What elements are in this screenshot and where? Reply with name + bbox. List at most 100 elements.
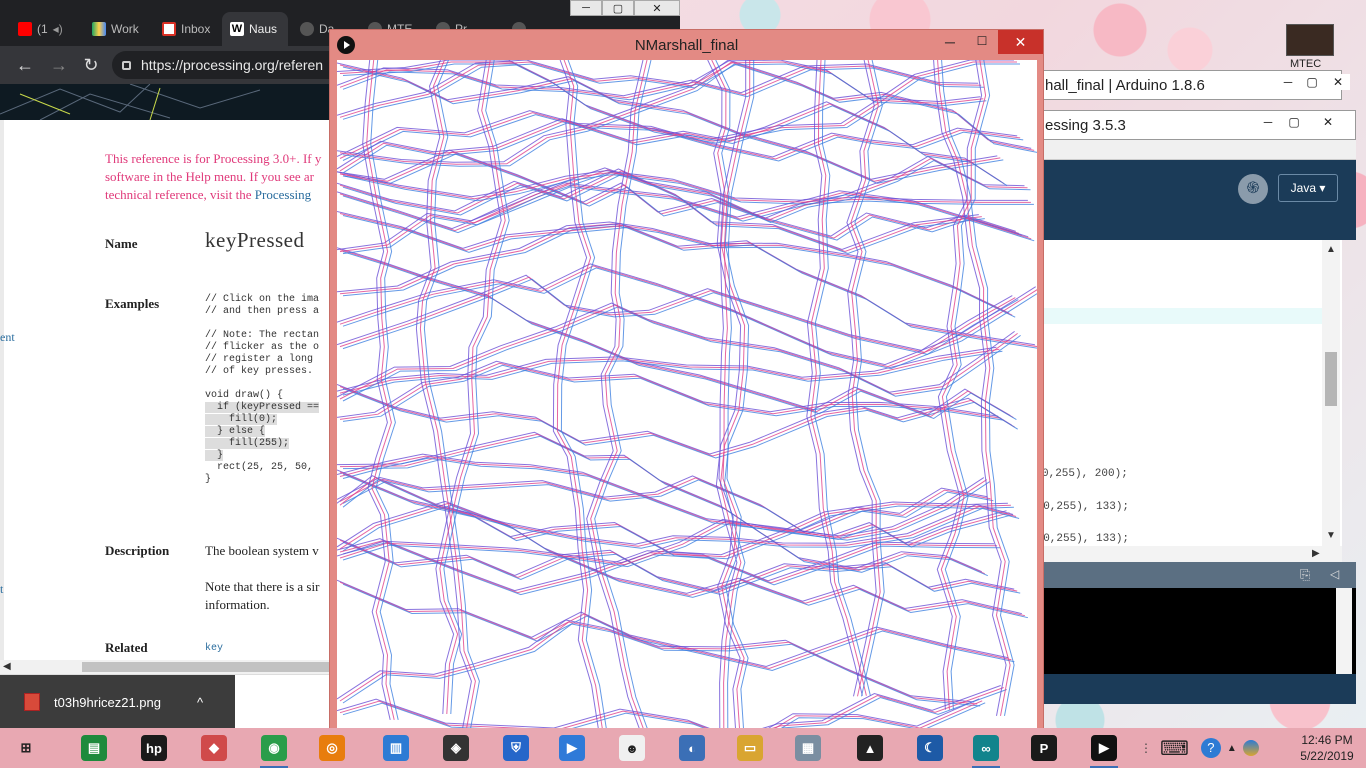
close-button[interactable]: ✕ (1316, 114, 1340, 130)
processing-link[interactable]: Processing (255, 187, 311, 202)
arduino-title-text: hall_final | Arduino 1.8.6 (1045, 77, 1205, 94)
tab-gmail[interactable]: Inbox (154, 12, 220, 46)
taskbar-store-button[interactable]: ▤ (76, 732, 112, 764)
system-tray: ⋮ ⌨ ? ▲ (1140, 728, 1259, 768)
maximize-button[interactable]: ☐ (970, 34, 994, 54)
close-button[interactable]: ✕ (634, 0, 680, 16)
related-link[interactable]: key (205, 643, 223, 655)
hp-icon: hp (141, 735, 167, 761)
scroll-right-icon[interactable]: ▶ (1312, 548, 1320, 559)
chevron-up-icon[interactable]: ▲ (1227, 743, 1237, 754)
weather-icon: ◐ (679, 735, 705, 761)
console-tabs-bar (1042, 674, 1356, 704)
desktop-shortcut-thumbnail[interactable] (1286, 24, 1334, 56)
taskbar-windows-start-button[interactable]: ⊞ (8, 732, 44, 764)
taskbar-games-button[interactable]: ◆ (196, 732, 232, 764)
sketch-window: NMarshall_final ─ ☐ ✕ (329, 29, 1044, 742)
mode-selector[interactable]: Java ▾ (1278, 174, 1338, 202)
taskbar-defender-button[interactable]: ⛨ (498, 732, 534, 764)
store-icon: ▤ (81, 735, 107, 761)
drawing-stroke (850, 60, 881, 697)
editor-vertical-scrollbar[interactable]: ▲ ▼ (1322, 240, 1340, 546)
scroll-thumb[interactable] (82, 662, 332, 672)
speaker-icon: ◂) (52, 22, 63, 36)
version-notice: This reference is for Processing 3.0+. I… (105, 150, 335, 204)
debugger-icon[interactable]: ֍ (1238, 174, 1268, 204)
tab-drive[interactable]: Work (84, 12, 150, 46)
minimize-button[interactable]: ─ (570, 0, 602, 16)
close-button[interactable]: ✕ (998, 30, 1043, 54)
console-output (1042, 588, 1356, 674)
taskbar-explorer-button[interactable]: ▭ (732, 732, 768, 764)
description-label: Description (105, 543, 170, 558)
taskbar-processing-button[interactable]: P (1026, 732, 1062, 764)
minimize-button[interactable]: ─ (1256, 114, 1280, 130)
taskbar-shark-button[interactable]: ▲ (852, 732, 888, 764)
collapse-icon[interactable]: ◁ (1330, 567, 1339, 581)
side-link[interactable]: t (0, 582, 3, 597)
taskbar-arduino-button[interactable]: ∞ (968, 732, 1004, 768)
drawing-stroke (552, 60, 600, 732)
editor-status-bar: ⎘ ◁ (1042, 562, 1356, 588)
drawing-stroke (339, 455, 1010, 546)
tab-label: (1 (37, 22, 48, 36)
reload-button[interactable]: ↻ (80, 54, 102, 76)
code-line-highlighted: } (205, 450, 224, 461)
back-button[interactable]: ← (14, 54, 36, 76)
editor-horizontal-scrollbar[interactable]: ▶ (1042, 546, 1342, 562)
taskbar-unity-button[interactable]: ◈ (438, 732, 474, 764)
tab-wikipedia[interactable]: W Naus (222, 12, 288, 46)
maximize-button[interactable]: ▢ (602, 0, 634, 16)
taskbar-hp-button[interactable]: hp (136, 732, 172, 764)
minimize-button[interactable]: ─ (1276, 74, 1300, 90)
taskbar-weather-button[interactable]: ◐ (674, 732, 710, 764)
current-line-highlight (1042, 308, 1322, 324)
taskbar-chrome-button[interactable]: ◉ (256, 732, 292, 768)
code-line: n(0,255), 133); (1030, 533, 1130, 545)
side-link[interactable]: ent (0, 330, 15, 345)
taskbar-blender-button[interactable]: ◎ (314, 732, 350, 764)
touch-keyboard-icon[interactable]: ⌨ (1160, 736, 1189, 761)
drawing-stroke (337, 221, 1010, 314)
left-rail (0, 120, 4, 660)
taskbar-vlc-button[interactable]: ▶ (554, 732, 590, 764)
minimize-button[interactable]: ─ (938, 34, 962, 54)
maximize-button[interactable]: ▢ (1300, 74, 1324, 90)
taskbar-inkscape-button[interactable]: ☻ (614, 732, 650, 764)
drawing-stroke (337, 101, 1002, 183)
help-icon[interactable]: ? (1200, 738, 1221, 758)
drawing-stroke (339, 112, 1021, 160)
drawing-stroke (339, 581, 1012, 670)
console-toggle-icon[interactable]: ⎘ (1300, 567, 1310, 583)
scroll-thumb[interactable] (1325, 352, 1337, 406)
code-editor[interactable]: 0,255), 200); n(0,255), 133); n(0,255), … (1030, 240, 1342, 562)
download-item[interactable]: t03h9hricez21.png ^ (0, 675, 235, 729)
processing-window-title[interactable]: essing 3.5.3 (1042, 110, 1356, 140)
scroll-up-icon[interactable]: ▲ (1326, 244, 1336, 255)
taskbar-sketch-run-button[interactable]: ▶ (1086, 732, 1122, 768)
generative-drawing (337, 60, 1037, 742)
sketch-run-icon: ▶ (1091, 735, 1117, 761)
forward-button[interactable]: → (48, 54, 70, 76)
taskbar-monitor-button[interactable]: ▦ (790, 732, 826, 764)
maximize-button[interactable]: ▢ (1282, 114, 1306, 130)
sketch-titlebar[interactable]: NMarshall_final ─ ☐ ✕ (330, 30, 1043, 60)
weather-tray-icon[interactable] (1242, 740, 1259, 756)
sketch-canvas[interactable] (337, 60, 1037, 742)
tab-youtube[interactable]: (1 ◂) (10, 12, 76, 46)
taskbar: ⊞ ▤ hp ◆ ◉ ◎ ▥ ◈ ⛨ ▶ ☻ ◐ ▭ ▦ ▲ ☾ ∞ P ▶ ⋮ ⌨ ? ▲ 12:46 PM 5/… (0, 728, 1366, 768)
scroll-down-icon[interactable]: ▼ (1326, 530, 1336, 541)
clock[interactable]: 12:46 PM 5/22/2019 (1292, 732, 1362, 764)
drawing-stroke (342, 278, 1019, 355)
processing-icon: P (1031, 735, 1057, 761)
taskbar-moon-button[interactable]: ☾ (912, 732, 948, 764)
drawing-stroke (337, 453, 1007, 544)
close-button[interactable]: ✕ (1326, 74, 1350, 90)
console-scrollbar[interactable] (1336, 588, 1352, 674)
chevron-up-icon[interactable]: ^ (197, 695, 203, 710)
moon-icon: ☾ (917, 735, 943, 761)
taskbar-stats-button[interactable]: ▥ (378, 732, 414, 764)
drive-icon (92, 22, 106, 36)
drawing-stroke (342, 215, 1037, 349)
scroll-left-icon[interactable]: ◀ (3, 661, 11, 672)
